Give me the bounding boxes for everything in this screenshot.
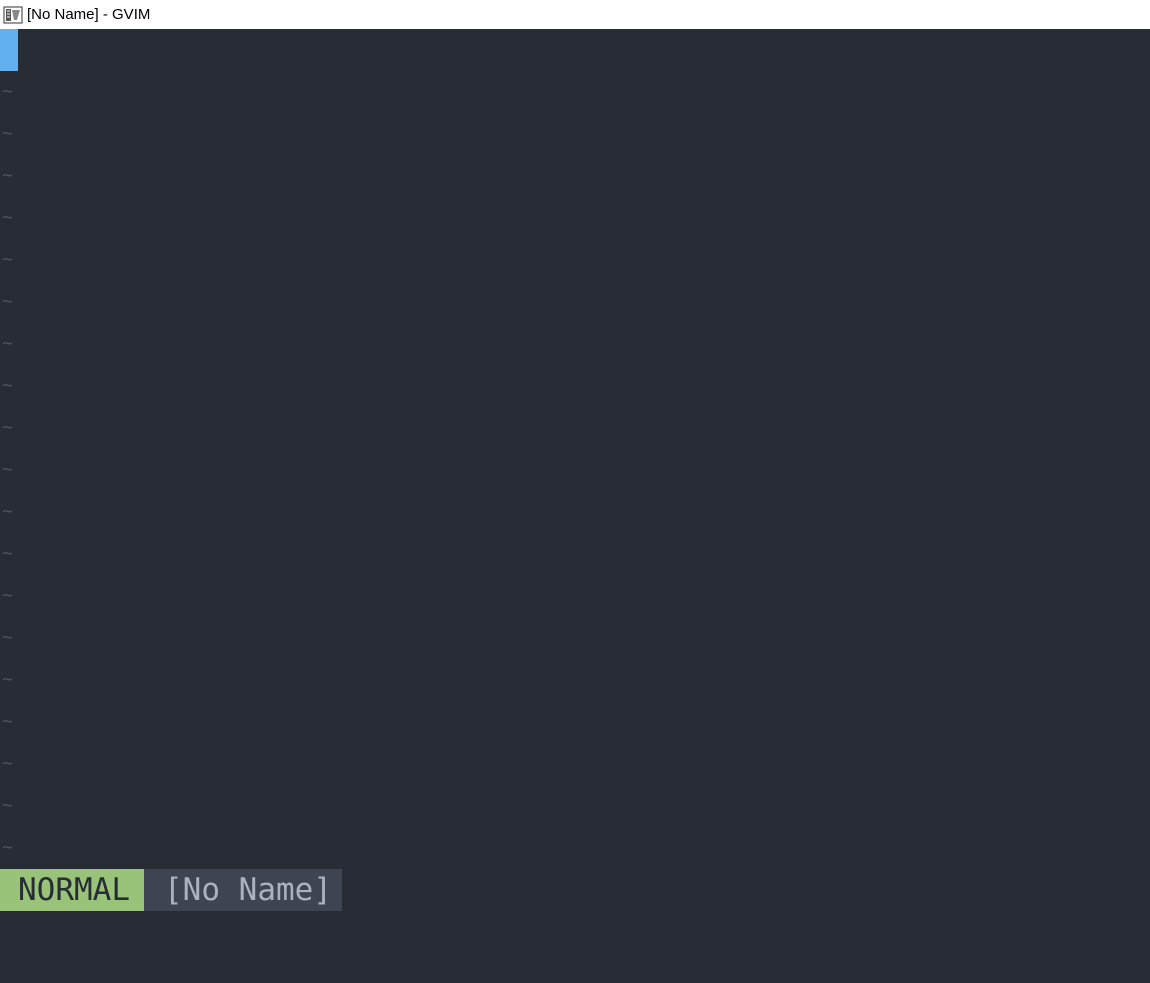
empty-line-tilde: ~ [2, 837, 13, 858]
empty-line-tilde: ~ [2, 249, 13, 270]
empty-line-tilde: ~ [2, 333, 13, 354]
empty-line-tilde: ~ [2, 501, 13, 522]
empty-line-tilde: ~ [2, 81, 13, 102]
status-line: NORMAL [No Name] [0, 869, 1150, 911]
empty-line-tilde: ~ [2, 459, 13, 480]
empty-line-tilde: ~ [2, 291, 13, 312]
empty-line-markers: ~ ~ ~ ~ ~ ~ ~ ~ ~ ~ ~ ~ ~ ~ ~ ~ ~ ~ ~ [0, 71, 30, 869]
empty-line-tilde: ~ [2, 543, 13, 564]
empty-line-tilde: ~ [2, 753, 13, 774]
empty-line-tilde: ~ [2, 711, 13, 732]
empty-line-tilde: ~ [2, 795, 13, 816]
empty-line-tilde: ~ [2, 375, 13, 396]
empty-line-tilde: ~ [2, 417, 13, 438]
title-bar[interactable]: [No Name] - GVIM [0, 0, 1150, 29]
filename-indicator: [No Name] [144, 869, 342, 911]
editor-area[interactable]: ~ ~ ~ ~ ~ ~ ~ ~ ~ ~ ~ ~ ~ ~ ~ ~ ~ ~ ~ [0, 29, 1150, 869]
empty-line-tilde: ~ [2, 585, 13, 606]
empty-line-tilde: ~ [2, 669, 13, 690]
empty-line-tilde: ~ [2, 627, 13, 648]
empty-line-tilde: ~ [2, 165, 13, 186]
mode-indicator: NORMAL [0, 869, 144, 911]
gvim-icon [3, 6, 23, 23]
text-cursor [0, 29, 18, 71]
empty-line-tilde: ~ [2, 207, 13, 228]
command-line[interactable] [0, 911, 1150, 983]
gvim-window: [No Name] - GVIM ~ ~ ~ ~ ~ ~ ~ ~ ~ ~ ~ ~ ~ ~ ~ ~ ~ ~ ~ NOR… [0, 0, 1150, 983]
empty-line-tilde: ~ [2, 123, 13, 144]
window-title: [No Name] - GVIM [27, 6, 151, 23]
